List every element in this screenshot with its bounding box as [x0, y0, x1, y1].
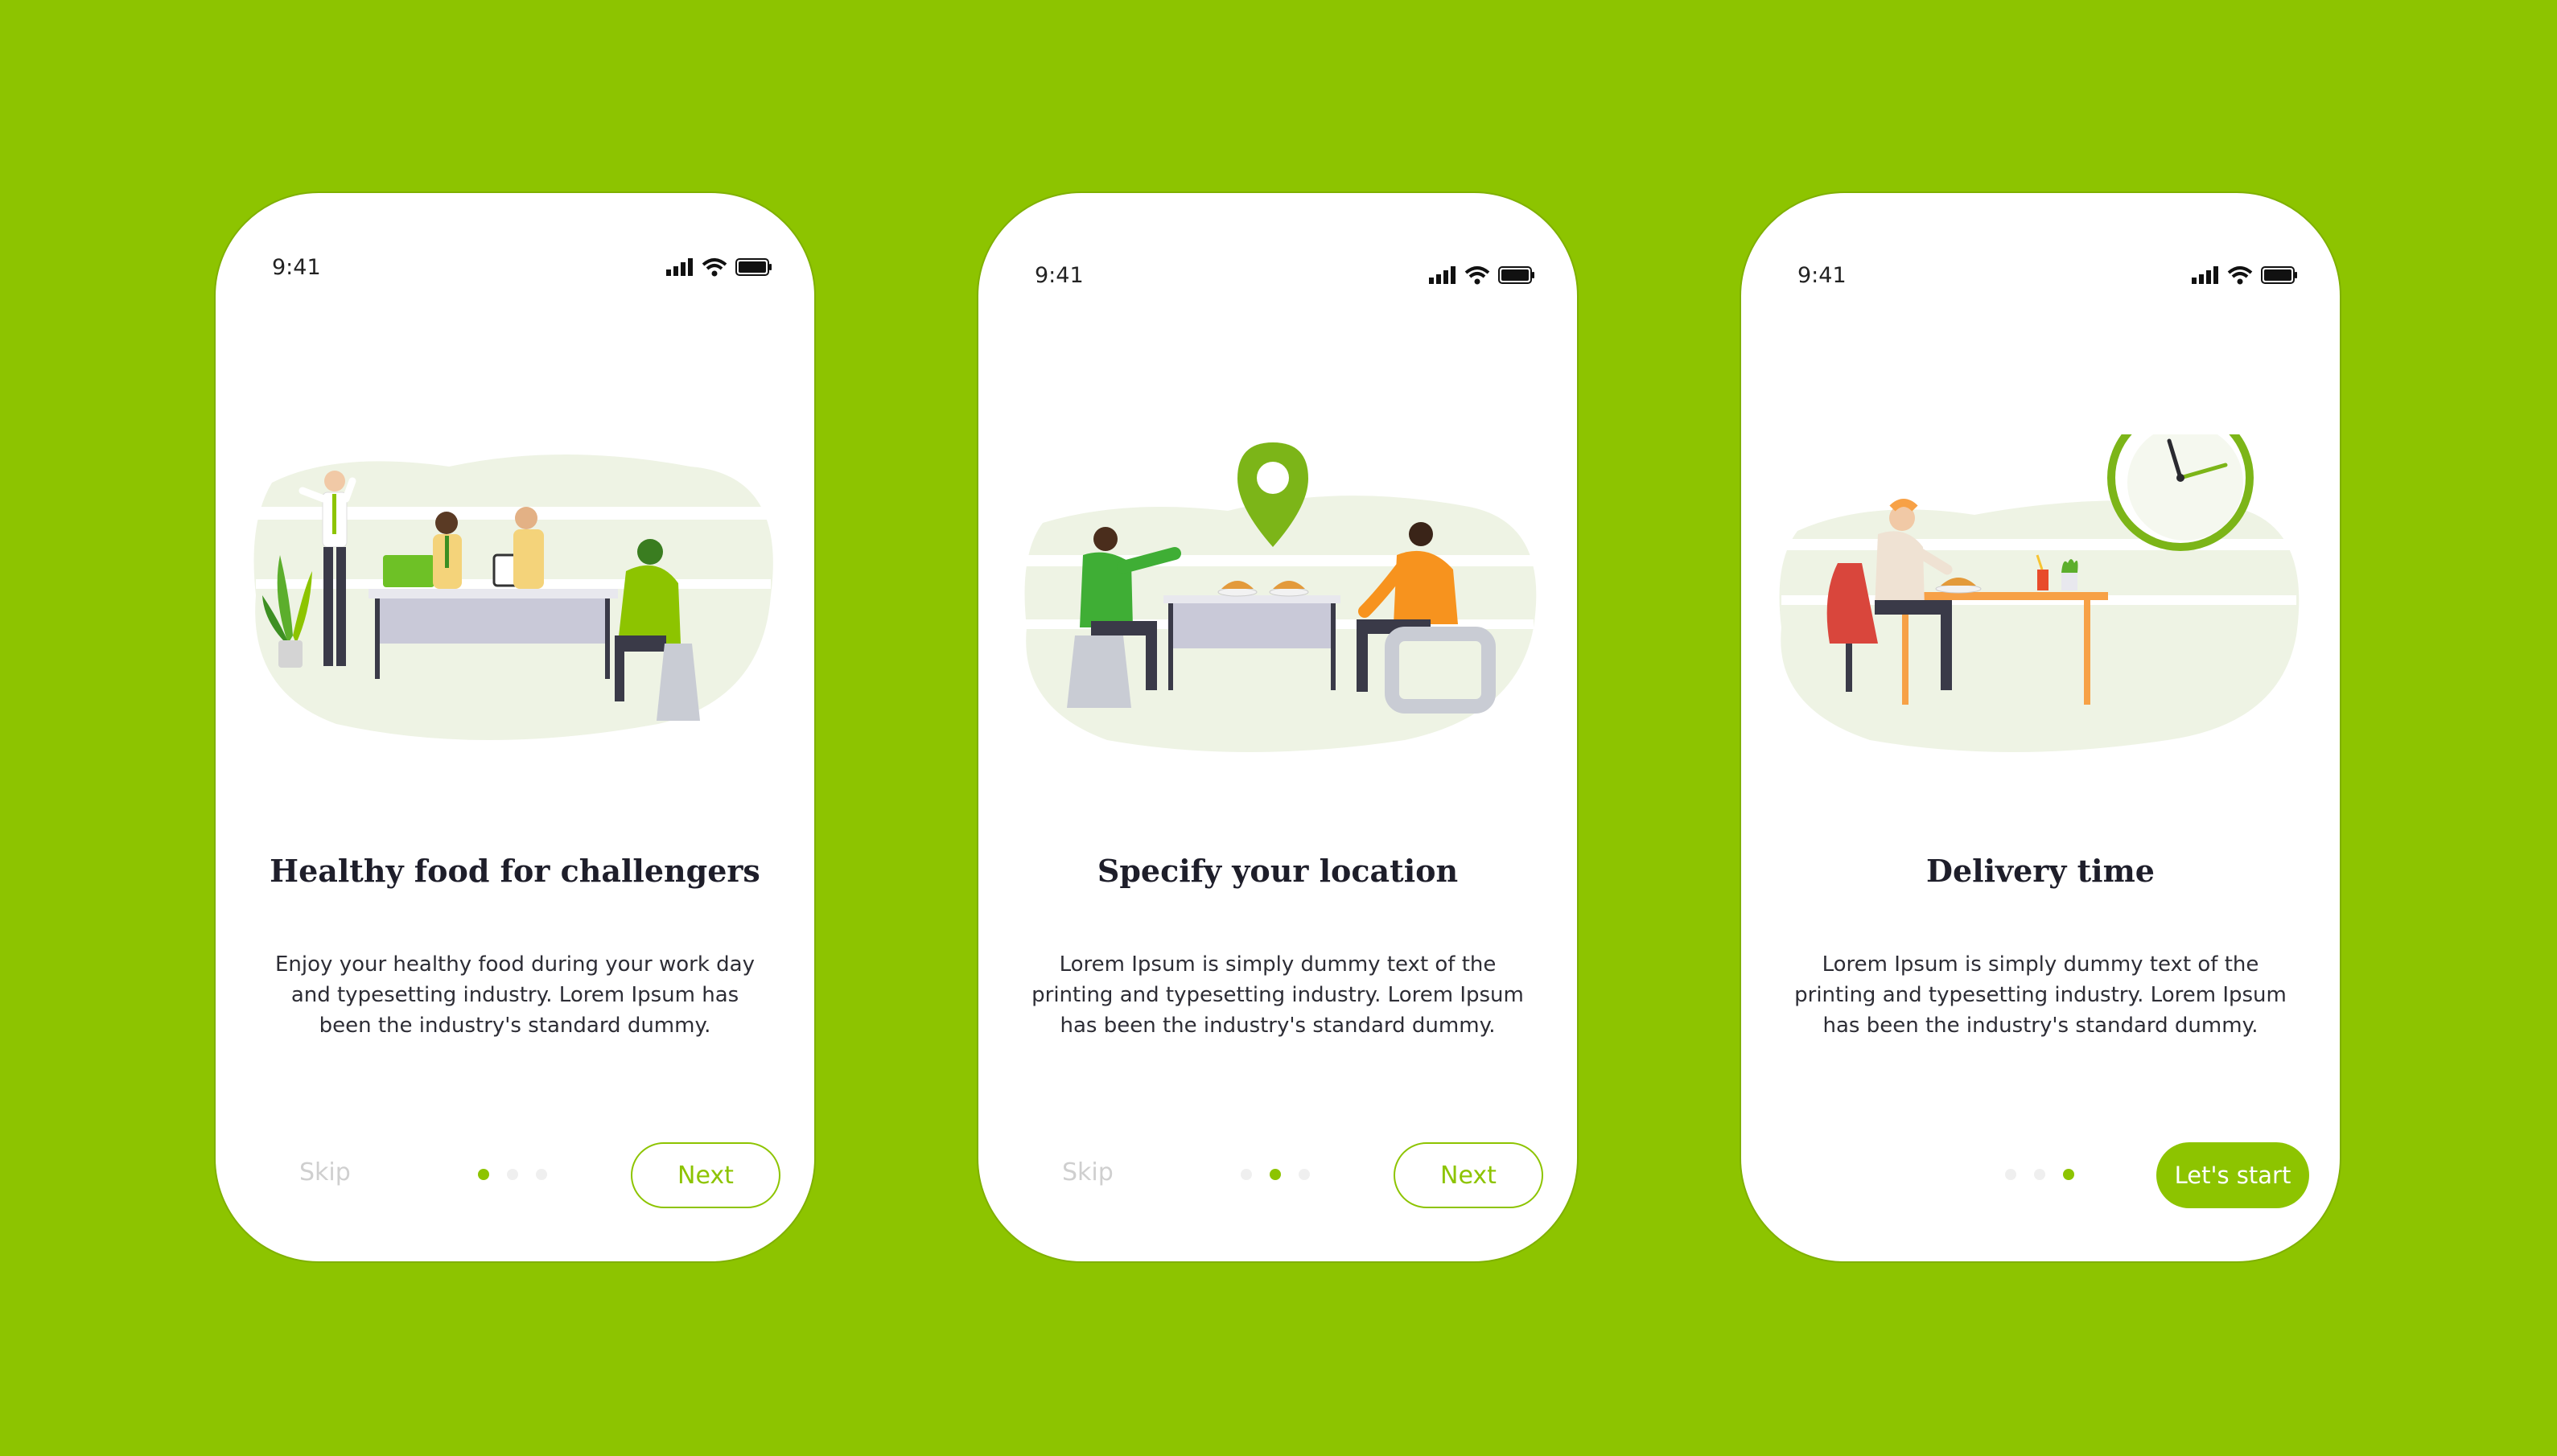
onboarding-description: Lorem Ipsum is simply dummy text of the … — [1794, 952, 2287, 1038]
battery-icon — [2261, 266, 2297, 284]
office-team-illustration — [240, 454, 795, 740]
onboarding-title: Specify your location — [1097, 853, 1459, 889]
status-icons — [666, 257, 772, 277]
pagination-dots — [478, 1169, 547, 1180]
status-icons — [2192, 265, 2298, 285]
pagination-dot[interactable] — [1299, 1169, 1310, 1180]
status-bar: 9:41 — [216, 249, 814, 285]
status-time: 9:41 — [1035, 262, 1084, 288]
pagination-dot[interactable] — [507, 1169, 518, 1180]
plant-pot-icon — [2061, 559, 2078, 590]
wifi-icon — [702, 258, 727, 277]
next-button[interactable]: Next — [631, 1142, 780, 1208]
next-button[interactable]: Next — [1394, 1142, 1543, 1208]
seated-person — [433, 512, 462, 589]
skip-button[interactable]: Skip — [299, 1158, 351, 1187]
pagination-dot-active[interactable] — [478, 1169, 489, 1180]
onboarding-title: Delivery time — [1926, 853, 2155, 889]
location-dining-illustration — [1003, 442, 1558, 752]
skip-button[interactable]: Skip — [1062, 1158, 1114, 1187]
onboarding-showcase: 9:41 Healthy food for challengers Enjoy … — [0, 0, 2557, 1456]
cellular-signal-icon — [2192, 266, 2218, 284]
onboarding-description: Enjoy your healthy food during your work… — [275, 952, 755, 1038]
phone-screen-1: 9:41 Healthy food for challengers Enjoy … — [214, 191, 816, 1263]
phone-screen-3: 9:41 Delivery time Lorem Ipsum is simply… — [1740, 191, 2341, 1263]
laptop-icon — [383, 555, 434, 587]
cellular-signal-icon — [1429, 266, 1456, 284]
status-icons — [1429, 265, 1535, 285]
status-bar: 9:41 — [978, 257, 1577, 293]
battery-icon — [1498, 266, 1534, 284]
pagination-dot-active[interactable] — [2063, 1169, 2074, 1180]
pagination-dot[interactable] — [536, 1169, 547, 1180]
cellular-signal-icon — [666, 258, 693, 276]
pagination-dots — [2005, 1169, 2074, 1180]
status-time: 9:41 — [272, 254, 321, 280]
status-bar: 9:41 — [1741, 257, 2340, 293]
pagination-dot[interactable] — [2034, 1169, 2045, 1180]
onboarding-title: Healthy food for challengers — [270, 853, 760, 889]
clock-icon — [2107, 434, 2254, 551]
pagination-dot[interactable] — [1241, 1169, 1252, 1180]
delivery-time-illustration — [1765, 434, 2320, 752]
onboarding-description: Lorem Ipsum is simply dummy text of the … — [1031, 952, 1524, 1038]
pagination-dots — [1241, 1169, 1310, 1180]
phone-screen-2: 9:41 Specify your location Lorem Ipsum i… — [977, 191, 1579, 1263]
pagination-dot[interactable] — [2005, 1169, 2016, 1180]
lets-start-button[interactable]: Let's start — [2156, 1142, 2309, 1208]
pagination-dot-active[interactable] — [1270, 1169, 1281, 1180]
battery-icon — [735, 258, 772, 276]
status-time: 9:41 — [1797, 262, 1847, 288]
wifi-icon — [2227, 266, 2253, 285]
wifi-icon — [1464, 266, 1490, 285]
